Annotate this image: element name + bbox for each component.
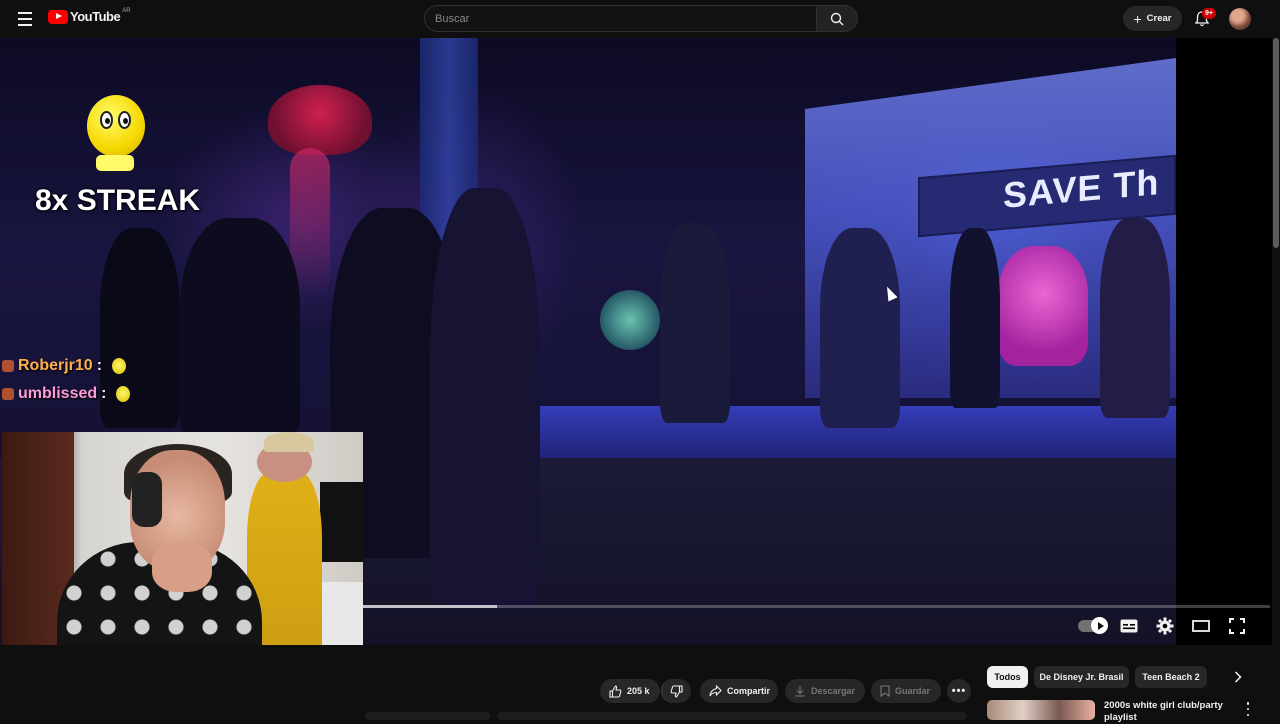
download-button[interactable]: Descargar [785,679,865,703]
video-player[interactable]: SAVE Th 8x STREAK Roberjr10 : umblissed … [0,38,1272,645]
scrollbar-thumb[interactable] [1273,38,1279,248]
streamer-hand [152,542,212,592]
search-button[interactable] [816,5,858,32]
chat-emote-icon [112,358,127,374]
avatar[interactable] [1229,8,1251,30]
like-button[interactable]: 205 k [600,679,660,703]
webcam-overlay [2,432,363,645]
autoplay-toggle[interactable] [1076,614,1108,638]
like-count: 205 k [627,686,650,696]
chip-all[interactable]: Todos [987,666,1028,688]
create-label: Crear [1146,13,1172,24]
costume-hat [264,432,314,452]
progress-bar[interactable] [363,605,1270,608]
share-icon [709,685,722,697]
fullscreen-icon [1229,618,1245,634]
progress-played [363,605,498,608]
youtube-play-icon [48,9,68,24]
chat-username: umblissed [18,385,98,402]
dancer [180,218,300,438]
fullscreen-button[interactable] [1225,614,1249,638]
chat-emote-icon [116,386,131,402]
bookmark-icon [880,685,890,697]
chat-separator: : [96,357,103,374]
dancer [820,228,900,428]
chip-teen-beach-2[interactable]: Teen Beach 2 [1135,666,1207,688]
page-scrollbar[interactable] [1272,38,1280,720]
menu-icon[interactable] [14,9,36,29]
chat-separator: : [101,385,107,402]
share-label: Compartir [727,686,771,696]
theater-mode-button[interactable] [1189,614,1213,638]
headset-icon [132,472,162,527]
top-bar: YouTube AR Buscar + Crear 9+ [0,0,1280,38]
chip-disney-jr-brasil[interactable]: De Disney Jr. Brasil [1034,666,1129,688]
recommendation-thumbnail[interactable] [987,700,1095,720]
recommendation-title[interactable]: 2000s white girl club/party playlist [1104,700,1234,724]
chat-message: Roberjr10 : [0,357,127,375]
description-placeholder [365,712,490,720]
description-placeholder [497,712,967,720]
autoplay-icon [1091,617,1108,634]
guitarist [600,290,660,350]
dancer [430,188,540,608]
download-icon [795,686,805,697]
chat-message: umblissed : [0,385,131,403]
theater-mode-icon [1192,620,1210,632]
logo-region: AR [122,7,131,14]
dancer [660,223,730,423]
chat-user-icon [2,388,14,400]
plus-icon: + [1133,10,1142,27]
mascot-feet [96,155,134,171]
youtube-logo[interactable]: YouTube AR [48,7,131,24]
save-button[interactable]: Guardar [871,679,941,703]
chevron-right-icon [1234,671,1242,683]
settings-button[interactable] [1153,614,1177,638]
gear-icon [1156,617,1174,635]
streak-text: 8x STREAK [35,184,201,217]
thumbs-down-icon [670,684,683,698]
download-label: Descargar [811,686,856,696]
share-button[interactable]: Compartir [700,679,778,703]
create-button[interactable]: + Crear [1123,6,1182,31]
recommendation-menu-icon[interactable] [1243,702,1253,716]
search-icon [830,12,844,25]
pink-dancer [998,246,1088,366]
save-label: Guardar [895,686,931,696]
chat-user-icon [2,360,14,372]
notifications-badge: 9+ [1202,8,1216,19]
logo-text: YouTube [70,9,121,24]
dancer [950,228,1000,408]
dancer [1100,218,1170,418]
more-icon: ••• [951,685,967,697]
monitor [320,482,363,562]
chips-next-button[interactable] [1228,667,1248,687]
thumbs-up-icon [609,684,622,698]
jellyfish-lantern [268,85,372,155]
dislike-button[interactable] [661,679,691,703]
more-actions-button[interactable]: ••• [947,679,971,703]
search-input[interactable]: Buscar [424,5,817,32]
chat-username: Roberjr10 [18,357,93,374]
subtitles-icon [1120,619,1138,633]
subtitles-button[interactable] [1117,614,1141,638]
streak-mascot-icon [87,95,145,157]
